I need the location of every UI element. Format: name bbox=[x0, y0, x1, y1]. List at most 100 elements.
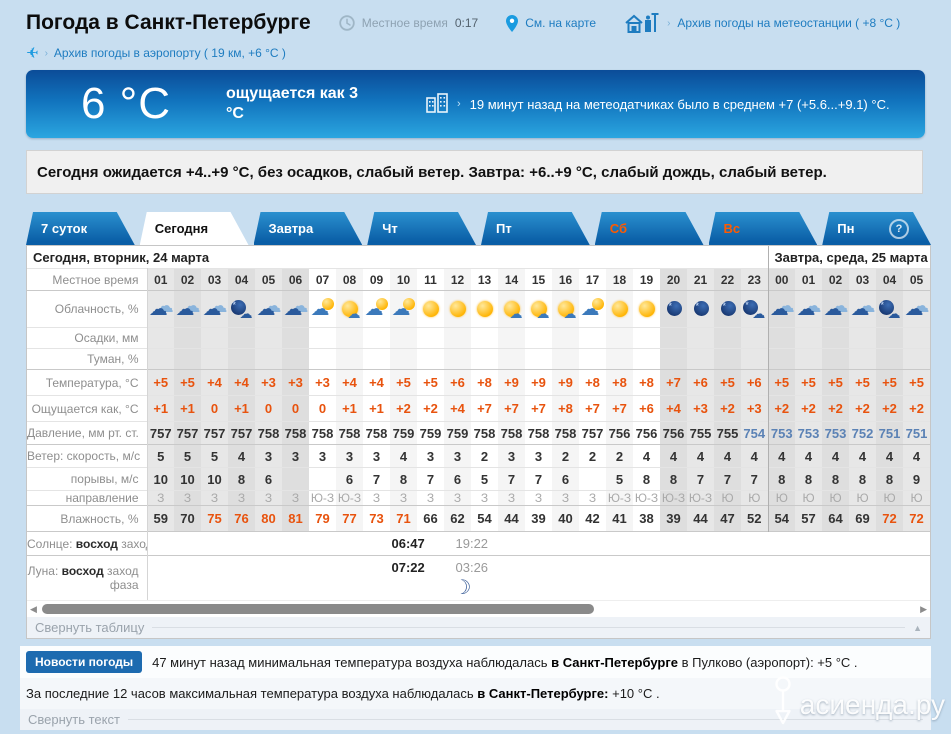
row-label-wind-speed: Ветер: скорость, м/с bbox=[27, 444, 148, 468]
station-archive-link[interactable]: Архив погоды на метеостанции ( +8 °C ) bbox=[677, 16, 900, 30]
temperature-cell: +9 bbox=[525, 369, 552, 396]
temperature-cell: +9 bbox=[498, 369, 525, 396]
hour-cell: 19 bbox=[633, 268, 660, 291]
hour-cell: 03 bbox=[849, 268, 877, 291]
weather-icon-moon: * bbox=[688, 296, 714, 322]
fog-cell bbox=[390, 348, 417, 370]
wind-direction-cell: З bbox=[201, 490, 228, 506]
weather-icon-cloud-night: ☁ ☁ bbox=[202, 296, 228, 320]
map-link[interactable]: См. на карте bbox=[525, 16, 596, 30]
wind-direction-cell: З bbox=[390, 490, 417, 506]
temperature-cell: +4 bbox=[201, 369, 228, 396]
hour-cell: 05 bbox=[903, 268, 931, 291]
humidity-cell: 76 bbox=[228, 505, 255, 532]
scrollbar-track[interactable] bbox=[40, 603, 917, 615]
temperature-cell: +6 bbox=[444, 369, 471, 396]
humidity-cell: 72 bbox=[903, 505, 931, 532]
moonrise-time: 07:22 bbox=[391, 560, 425, 575]
hour-cell: 11 bbox=[417, 268, 444, 291]
precip-cell bbox=[471, 327, 498, 349]
scroll-right-icon[interactable]: ▶ bbox=[920, 604, 927, 614]
wind-gusts-cell: 8 bbox=[390, 467, 417, 491]
humidity-cell: 39 bbox=[525, 505, 552, 532]
collapse-text-bar[interactable]: Свернуть текст bbox=[20, 709, 931, 730]
moonset-time: 03:26 bbox=[455, 560, 489, 575]
forecast-table: Сегодня, вторник, 24 марта Завтра, среда,… bbox=[27, 246, 931, 600]
help-icon[interactable]: ? bbox=[889, 219, 909, 239]
weather-news-section: Новости погоды 47 минут назад минимальна… bbox=[20, 646, 931, 730]
precip-cell bbox=[444, 327, 471, 349]
weather-icon-sun bbox=[418, 296, 444, 322]
news-row-2: За последние 12 часов максимальная темпе… bbox=[20, 678, 931, 709]
hour-cell: 08 bbox=[336, 268, 363, 291]
airplane-icon: ✈ bbox=[26, 45, 39, 62]
feels-like-cell: +2 bbox=[795, 395, 823, 422]
collapse-table-bar[interactable]: Свернуть таблицу ▲ bbox=[27, 617, 930, 638]
table-scrollbar[interactable]: ◀ ▶ bbox=[27, 600, 930, 617]
collapse-text-label: Свернуть текст bbox=[28, 712, 120, 727]
divider-line bbox=[127, 719, 923, 720]
weather-icon-cloud-sun: ☁ bbox=[310, 296, 336, 322]
pressure-cell: 756 bbox=[606, 421, 633, 445]
weather-icon-sun bbox=[634, 296, 660, 322]
wind-direction-cell: Ю-З bbox=[336, 490, 363, 506]
tab-пн[interactable]: Пн? bbox=[822, 212, 931, 245]
collapse-up-icon: ▲ bbox=[913, 622, 922, 633]
precip-cell bbox=[336, 327, 363, 349]
temperature-cell: +5 bbox=[767, 369, 796, 396]
wind-speed-cell: 4 bbox=[849, 444, 877, 468]
wind-gusts-cell: 7 bbox=[498, 467, 525, 491]
humidity-cell: 44 bbox=[498, 505, 525, 532]
wind-gusts-cell: 8 bbox=[822, 467, 850, 491]
airport-archive-link[interactable]: Архив погоды в аэропорту ( 19 км, +6 °C … bbox=[54, 46, 286, 60]
scroll-left-icon[interactable]: ◀ bbox=[30, 604, 37, 614]
weather-icon-cloud-night: ☁ ☁ bbox=[796, 296, 822, 320]
pressure-cell: 759 bbox=[444, 421, 471, 445]
fog-cell bbox=[282, 348, 309, 370]
row-label-pressure: Давление, мм рт. ст. bbox=[27, 421, 148, 445]
hour-cell: 06 bbox=[282, 268, 309, 291]
feels-like-cell: +1 bbox=[363, 395, 390, 422]
pressure-cell: 751 bbox=[903, 421, 931, 445]
humidity-cell: 66 bbox=[417, 505, 444, 532]
wind-gusts-cell: 10 bbox=[201, 467, 228, 491]
fog-cell bbox=[795, 348, 823, 370]
wind-direction-cell: Ю bbox=[849, 490, 877, 506]
row-label-moon-phase: фаза bbox=[109, 578, 139, 592]
temperature-cell: +5 bbox=[147, 369, 174, 396]
building-sensors-icon bbox=[426, 92, 448, 116]
pressure-cell: 757 bbox=[228, 421, 255, 445]
weather-icon-moon-cloud: * ☁ bbox=[230, 300, 253, 321]
tab-чт[interactable]: Чт bbox=[367, 212, 476, 245]
row-label-humidity: Влажность, % bbox=[27, 505, 148, 532]
tab-сб[interactable]: Сб bbox=[595, 212, 704, 245]
fog-cell bbox=[579, 348, 606, 370]
precip-cell bbox=[201, 327, 228, 349]
weather-icon-cloud-sun: ☁ bbox=[364, 296, 390, 322]
weather-icon-cloud-sun: ☁ bbox=[580, 296, 606, 322]
tab-7-суток[interactable]: 7 суток bbox=[26, 212, 135, 245]
fog-cell bbox=[822, 348, 850, 370]
precip-cell bbox=[849, 327, 877, 349]
scrollbar-thumb[interactable] bbox=[41, 604, 594, 614]
fog-cell bbox=[714, 348, 741, 370]
fog-cell bbox=[660, 348, 687, 370]
temperature-cell: +5 bbox=[714, 369, 741, 396]
precip-cell bbox=[606, 327, 633, 349]
weather-icon-cloud-night: ☁ ☁ bbox=[823, 296, 849, 320]
feels-like-cell: +8 bbox=[552, 395, 579, 422]
hour-cell: 23 bbox=[741, 268, 769, 291]
precip-cell bbox=[579, 327, 606, 349]
humidity-cell: 79 bbox=[309, 505, 336, 532]
tab-сегодня[interactable]: Сегодня bbox=[140, 212, 249, 245]
wind-gusts-cell: 8 bbox=[795, 467, 823, 491]
tab-завтра[interactable]: Завтра bbox=[254, 212, 363, 245]
precip-cell bbox=[903, 327, 931, 349]
humidity-cell: 38 bbox=[633, 505, 660, 532]
temperature-cell: +3 bbox=[255, 369, 282, 396]
humidity-cell: 54 bbox=[471, 505, 498, 532]
fog-cell bbox=[741, 348, 769, 370]
feels-like-cell: +4 bbox=[660, 395, 687, 422]
tab-пт[interactable]: Пт bbox=[481, 212, 590, 245]
tab-вс[interactable]: Вс bbox=[709, 212, 818, 245]
